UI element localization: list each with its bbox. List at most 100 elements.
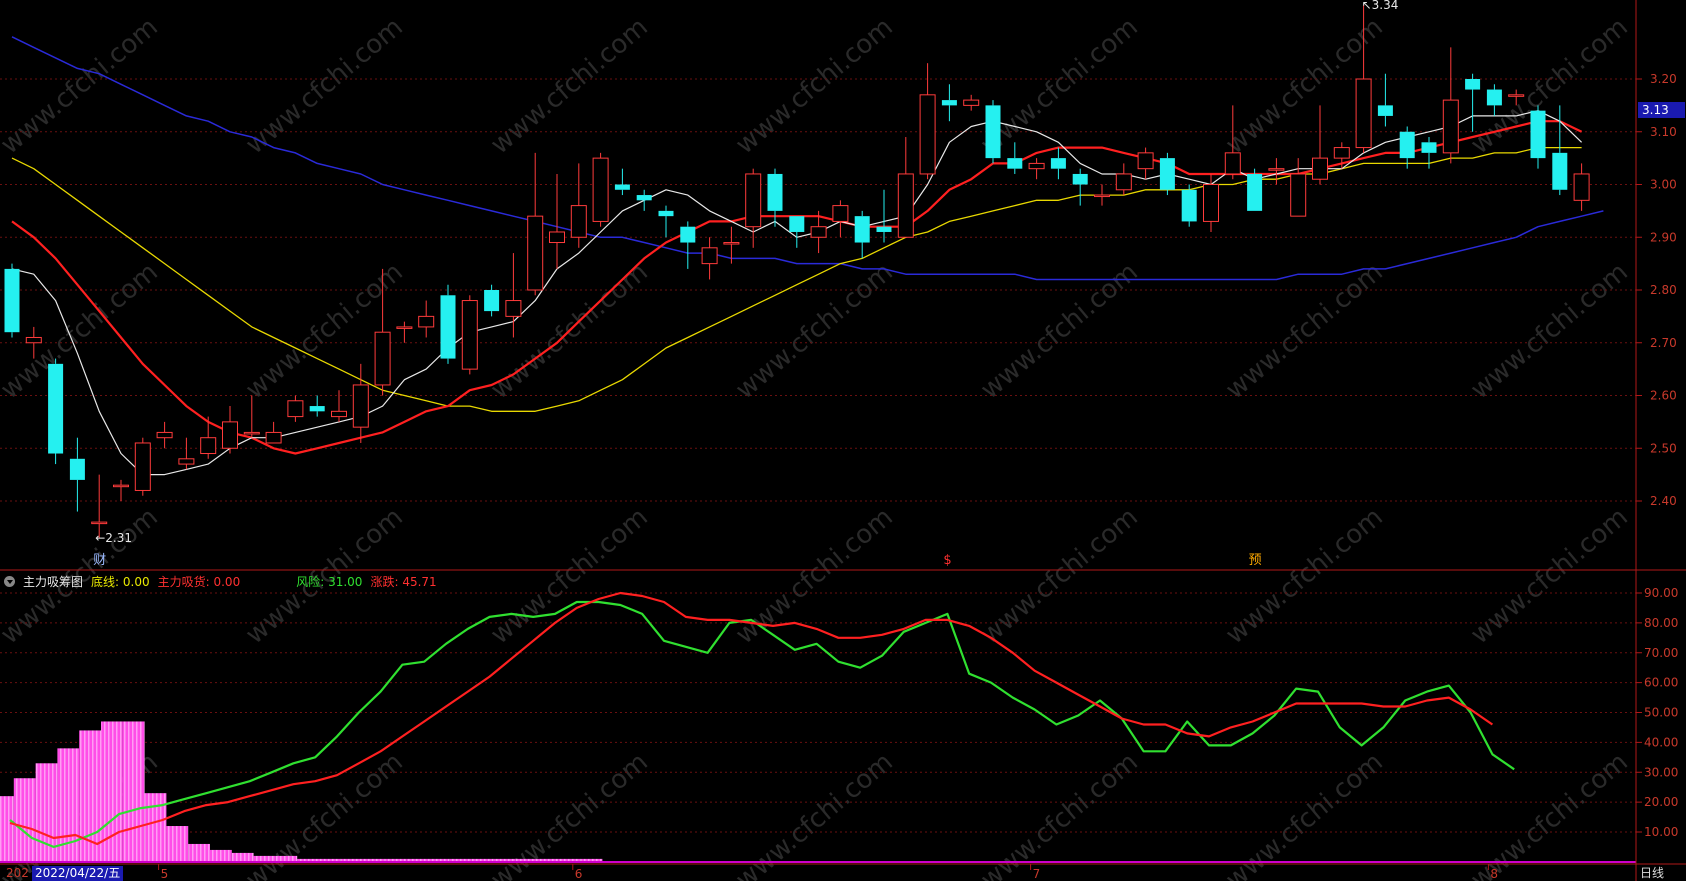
price-tick-label: 2.40 xyxy=(1650,494,1677,508)
candle-body-up xyxy=(1224,152,1241,175)
candle-body-up xyxy=(810,226,827,238)
watermark-text: www.cfchi.com xyxy=(975,12,1144,160)
candle-body-down xyxy=(4,268,20,333)
candle-body-up xyxy=(549,231,565,244)
candle-body-up xyxy=(222,421,238,449)
candle-body-down xyxy=(1050,158,1066,169)
candle-body-down xyxy=(1181,189,1197,222)
candle-body-up xyxy=(1268,168,1285,171)
candle-body-up xyxy=(418,315,435,328)
candle-body-up xyxy=(570,205,587,238)
legend-risk: 风险: 31.00 xyxy=(296,574,363,589)
candle-body-up xyxy=(178,458,195,465)
legend-base-line: 底线: 0.00 xyxy=(91,574,150,589)
candle-body-up xyxy=(352,384,369,428)
candle-body-down xyxy=(1159,158,1175,190)
candle-body-up xyxy=(156,431,173,439)
candle-body-up xyxy=(1573,173,1590,201)
candle-body-up xyxy=(287,400,304,418)
watermark-text: www.cfchi.com xyxy=(975,747,1144,881)
candle-body-up xyxy=(505,300,522,317)
candle-body-down xyxy=(1465,79,1481,90)
candle-body-down xyxy=(680,226,696,243)
candle-body-down xyxy=(440,295,456,359)
candle-body-up xyxy=(113,484,129,488)
candle-body-down xyxy=(876,226,892,232)
price-tick-label: 2.80 xyxy=(1650,283,1677,297)
candle-body-down xyxy=(854,216,870,243)
candle-body-up xyxy=(897,173,914,238)
candle-body-up xyxy=(461,300,478,370)
candle-body-up xyxy=(1203,184,1219,222)
watermark-text: www.cfchi.com xyxy=(1465,257,1634,405)
candle-body-down xyxy=(309,406,325,412)
candle-body-up xyxy=(200,437,217,455)
candle-body-up xyxy=(592,157,609,222)
price-tick-label: 3.20 xyxy=(1650,72,1677,86)
candle-body-down xyxy=(1377,105,1393,116)
event-marker: 财 xyxy=(93,553,106,568)
absorb-bar xyxy=(231,852,254,862)
candle-body-up xyxy=(91,521,108,525)
price-tick-label: 2.90 xyxy=(1650,230,1677,244)
indicator-tick-label: 30.00 xyxy=(1644,765,1678,779)
period-label[interactable]: 日线 xyxy=(1640,866,1664,881)
candle-body-down xyxy=(614,184,630,190)
candle-body-up xyxy=(243,431,260,435)
indicator-name[interactable]: 主力吸筹图 xyxy=(23,573,83,590)
candle-body-down xyxy=(1486,89,1502,106)
candle-body-up xyxy=(1290,173,1307,217)
event-marker: 预 xyxy=(1249,553,1262,568)
event-marker: $ xyxy=(943,553,951,568)
candle-body-up xyxy=(1094,194,1110,198)
watermark-text: www.cfchi.com xyxy=(1465,502,1634,650)
month-tick-label: 7 xyxy=(1033,867,1041,881)
watermark-text: www.cfchi.com xyxy=(730,257,899,405)
candle-body-down xyxy=(658,210,674,217)
watermark-text: www.cfchi.com xyxy=(1220,747,1389,881)
watermark-text: www.cfchi.com xyxy=(730,12,899,160)
price-tick-label: 3.00 xyxy=(1650,178,1677,192)
candle-body-up xyxy=(701,247,718,265)
price-tick-label: 3.10 xyxy=(1650,125,1677,139)
candle-body-up xyxy=(134,442,151,491)
candle-body-down xyxy=(484,290,500,312)
month-tick-label: 8 xyxy=(1490,867,1498,881)
candle-body-up xyxy=(1333,147,1350,159)
current-price-tag: 3.13 xyxy=(1638,102,1685,118)
watermark-text: www.cfchi.com xyxy=(0,257,164,405)
watermark-text: www.cfchi.com xyxy=(1220,502,1389,650)
candle-body-up xyxy=(374,331,391,386)
candle-body-down xyxy=(1399,131,1415,159)
watermark-text: www.cfchi.com xyxy=(485,12,654,160)
candle-body-down xyxy=(69,458,85,480)
month-tick-label: 6 xyxy=(575,867,583,881)
candle-body-down xyxy=(1007,158,1023,169)
watermark-text: www.cfchi.com xyxy=(975,502,1144,650)
indicator-tick-label: 70.00 xyxy=(1644,646,1678,660)
legend-absorb: 主力吸货: 0.00 xyxy=(157,574,241,589)
candle-body-down xyxy=(1421,142,1437,153)
watermark-text: www.cfchi.com xyxy=(1465,12,1634,160)
candle-body-down xyxy=(789,216,805,232)
candle-body-up xyxy=(1508,94,1525,97)
watermark-text: www.cfchi.com xyxy=(1465,747,1634,881)
absorb-bar xyxy=(79,730,101,862)
candle-body-up xyxy=(832,205,849,222)
candle-body-up xyxy=(265,431,282,444)
stock-chart[interactable]: www.cfchi.com www.cfchi.com www.cfchi.com w… xyxy=(0,0,1686,881)
indicator-tick-label: 50.00 xyxy=(1644,706,1678,720)
legend-change: 涨跌: 45.71 xyxy=(370,574,437,589)
cursor-date: 2022/04/22/五 xyxy=(32,866,124,881)
candle-body-up xyxy=(527,215,544,291)
candle-body-up xyxy=(1312,157,1328,180)
indicator-tick-label: 40.00 xyxy=(1644,735,1678,749)
candle-body-up xyxy=(919,94,936,175)
candle-body-up xyxy=(1028,162,1045,170)
collapse-icon[interactable] xyxy=(4,575,15,587)
candle-body-down xyxy=(1552,152,1568,190)
indicator-legend: 主力吸筹图 底线: 0.00 主力吸货: 0.00 风险: 31.00 涨跌: … xyxy=(4,573,437,589)
candle-body-down xyxy=(48,363,64,454)
absorb-bar xyxy=(144,793,167,862)
watermark-text: www.cfchi.com xyxy=(0,12,164,160)
